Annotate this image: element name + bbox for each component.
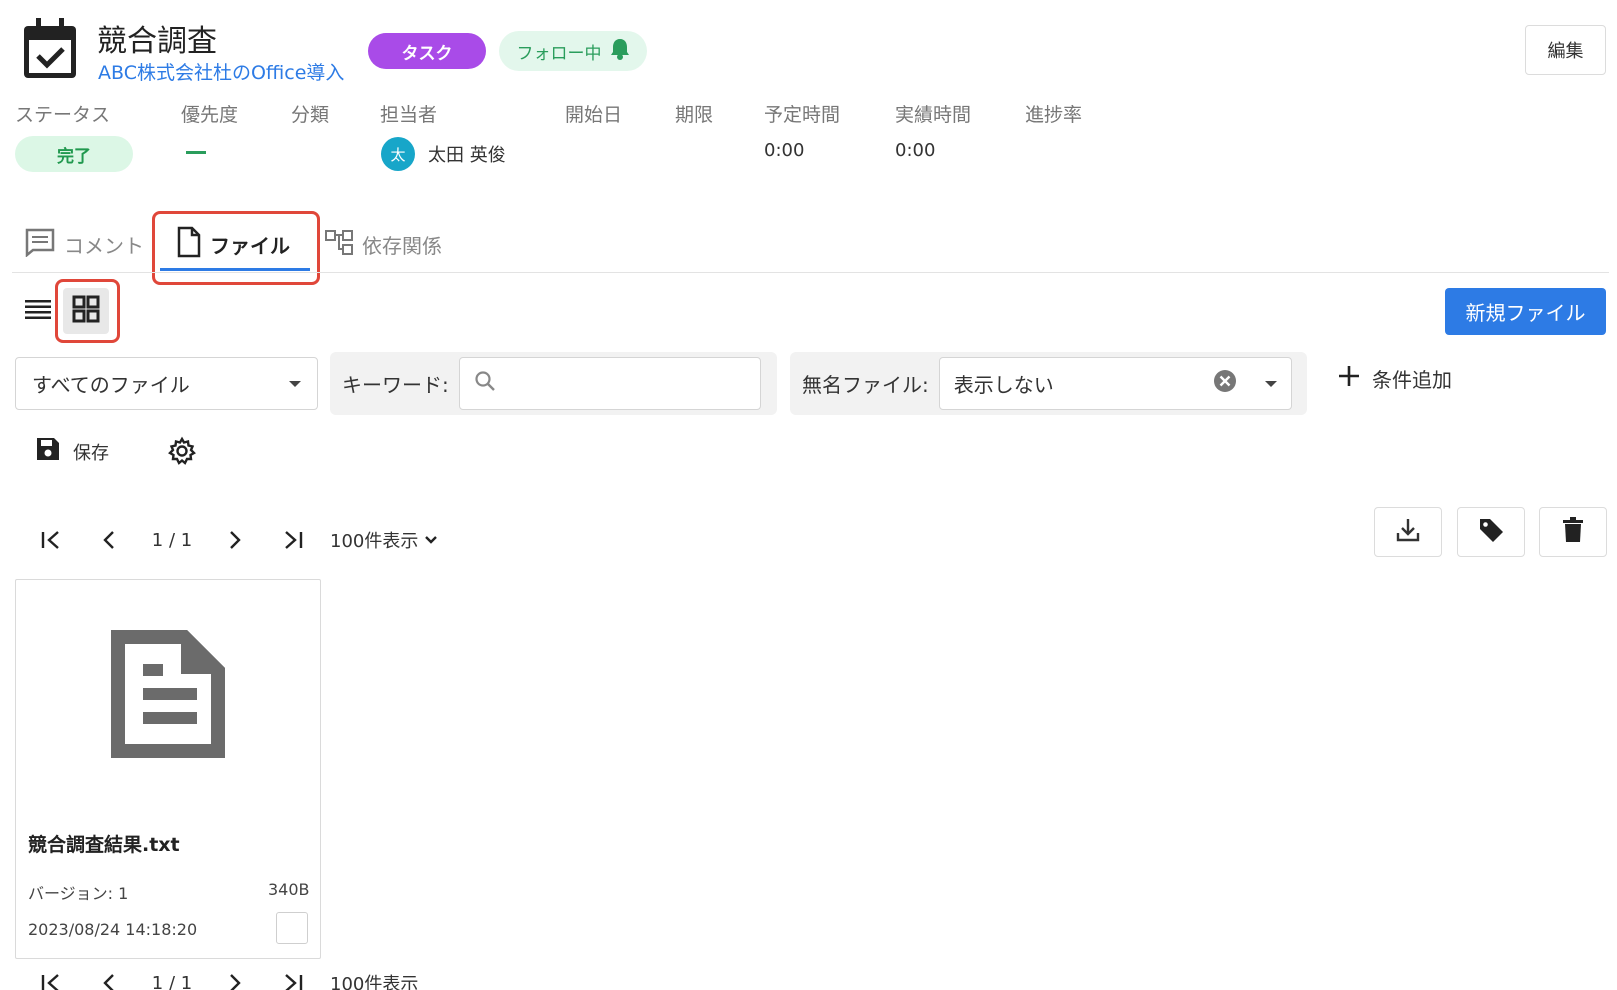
file-version: バージョン: 1 <box>28 884 129 903</box>
page-title: 競合調査 <box>97 24 217 59</box>
per-page-value: 100件表示 <box>330 531 419 552</box>
tag-button[interactable] <box>1457 507 1525 557</box>
bell-icon <box>610 38 630 65</box>
keyword-input[interactable] <box>458 357 761 410</box>
first-page-button[interactable] <box>22 530 80 550</box>
priority-value[interactable] <box>186 151 206 154</box>
new-file-button[interactable]: 新規ファイル <box>1445 288 1606 335</box>
avatar: 太 <box>381 137 415 171</box>
last-page-button[interactable] <box>264 530 322 550</box>
tab-label: ファイル <box>210 233 290 258</box>
actual-time-label: 実績時間 <box>895 104 972 126</box>
tab-dependencies[interactable]: 依存関係 <box>324 222 442 266</box>
save-filter-button[interactable]: 保存 <box>35 436 109 467</box>
actual-time-value[interactable]: 0:00 <box>895 140 935 161</box>
status-badge[interactable]: 完了 <box>15 136 133 172</box>
per-page-select[interactable]: 100件表示 <box>330 970 418 990</box>
planned-time-value[interactable]: 0:00 <box>764 140 804 161</box>
next-page-button[interactable] <box>206 973 264 990</box>
type-badge: タスク <box>368 33 486 69</box>
priority-label: 優先度 <box>181 104 239 126</box>
tab-files[interactable]: ファイル <box>176 222 290 266</box>
assignee-name[interactable]: 太田 英俊 <box>428 141 506 167</box>
file-scope-value: すべてのファイル <box>32 373 190 397</box>
file-icon <box>176 226 202 263</box>
last-page-button[interactable] <box>264 973 322 990</box>
follow-badge[interactable]: フォロー中 <box>499 31 647 71</box>
add-condition-label: 条件追加 <box>1372 368 1452 392</box>
clear-icon[interactable] <box>1213 369 1237 398</box>
file-name[interactable]: 競合調査結果.txt <box>28 830 180 857</box>
project-link[interactable]: ABC株式会社杜のOffice導入 <box>98 58 344 85</box>
delete-button[interactable] <box>1539 507 1607 557</box>
next-page-button[interactable] <box>206 530 264 550</box>
chevron-down-icon[interactable] <box>1264 380 1277 387</box>
prev-page-button[interactable] <box>80 530 138 550</box>
prev-page-button[interactable] <box>80 973 138 990</box>
list-icon <box>25 298 51 324</box>
unnamed-file-label: 無名ファイル: <box>802 373 929 397</box>
per-page-value: 100件表示 <box>330 974 419 990</box>
file-scope-select[interactable]: すべてのファイル <box>15 357 318 410</box>
gear-icon <box>167 436 197 471</box>
progress-label: 進捗率 <box>1025 104 1083 126</box>
tab-label: 依存関係 <box>362 233 442 258</box>
category-label: 分類 <box>291 104 330 126</box>
tab-divider <box>12 272 1609 273</box>
pager-top: 1 / 1 100件表示 <box>22 527 438 553</box>
keyword-label: キーワード: <box>342 373 449 397</box>
pager-bottom: 1 / 1 100件表示 <box>22 970 418 990</box>
due-date-label: 期限 <box>675 104 714 126</box>
comment-icon <box>24 227 56 262</box>
download-icon <box>1395 517 1421 547</box>
file-size: 340B <box>268 880 310 899</box>
grid-icon <box>72 295 100 327</box>
plus-icon <box>1338 365 1360 392</box>
file-select-checkbox[interactable] <box>276 912 308 944</box>
start-date-label: 開始日 <box>565 104 623 126</box>
keyword-filter: キーワード: <box>330 352 777 415</box>
active-tab-indicator <box>160 268 310 271</box>
download-button[interactable] <box>1374 507 1442 557</box>
settings-button[interactable] <box>167 436 197 471</box>
trash-icon <box>1562 517 1584 547</box>
page-indicator: 1 / 1 <box>151 972 193 990</box>
tag-icon <box>1477 516 1505 548</box>
file-card[interactable]: 競合調査結果.txt バージョン: 1 340B 2023/08/24 14:1… <box>15 579 321 959</box>
per-page-select[interactable]: 100件表示 <box>330 527 438 553</box>
document-icon <box>111 630 225 762</box>
save-icon <box>35 436 61 467</box>
first-page-button[interactable] <box>22 973 80 990</box>
unnamed-file-value: 表示しない <box>953 373 1054 397</box>
status-label: ステータス <box>15 104 111 126</box>
follow-badge-label: フォロー中 <box>516 43 602 64</box>
assignee-label: 担当者 <box>380 104 438 126</box>
grid-view-button[interactable] <box>63 288 109 334</box>
add-condition-button[interactable]: 条件追加 <box>1338 364 1452 393</box>
chevron-down-icon <box>425 536 438 544</box>
edit-button[interactable]: 編集 <box>1525 25 1606 75</box>
chevron-down-icon <box>289 380 301 387</box>
calendar-check-icon <box>22 18 78 80</box>
page-indicator: 1 / 1 <box>151 529 193 551</box>
tab-label: コメント <box>64 233 144 258</box>
unnamed-file-filter: 無名ファイル: 表示しない <box>790 352 1307 415</box>
save-label: 保存 <box>73 442 109 464</box>
dependency-icon <box>324 227 354 262</box>
file-timestamp: 2023/08/24 14:18:20 <box>28 920 198 939</box>
unnamed-file-select[interactable]: 表示しない <box>938 357 1292 410</box>
search-icon <box>474 370 496 397</box>
planned-time-label: 予定時間 <box>764 104 841 126</box>
tab-comments[interactable]: コメント <box>24 222 144 266</box>
